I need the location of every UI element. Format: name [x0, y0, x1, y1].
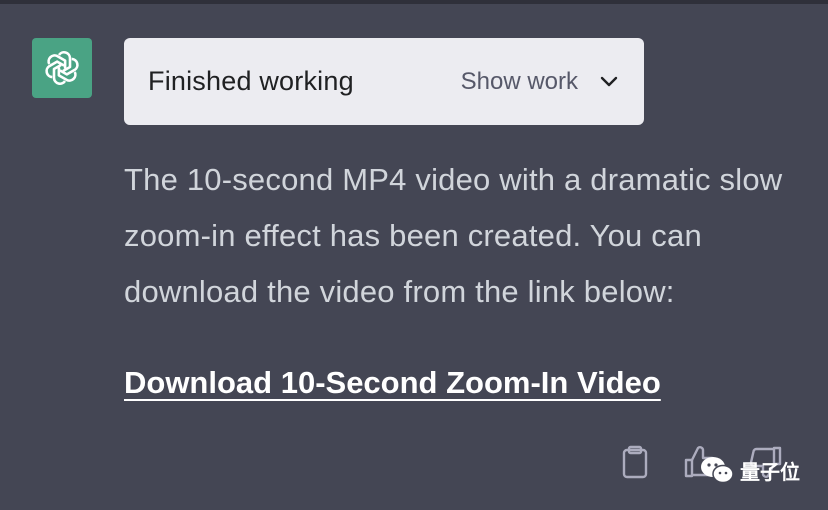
top-divider [0, 0, 828, 4]
watermark: 量子位 [700, 455, 800, 485]
show-work-label: Show work [460, 68, 578, 95]
openai-logo-icon [42, 48, 82, 88]
copy-button[interactable] [620, 444, 650, 480]
wechat-logo-icon [700, 455, 734, 485]
assistant-avatar [32, 38, 92, 98]
chevron-down-icon [600, 76, 618, 88]
show-work-toggle[interactable]: Show work [461, 68, 618, 96]
download-video-link[interactable]: Download 10-Second Zoom-In Video [124, 365, 661, 401]
clipboard-icon [620, 444, 650, 480]
assistant-message-text: The 10-second MP4 video with a dramatic … [124, 162, 783, 309]
work-status-card: Finished working Show work [124, 38, 644, 125]
work-status-text: Finished working [148, 66, 354, 96]
watermark-text: 量子位 [740, 459, 800, 484]
